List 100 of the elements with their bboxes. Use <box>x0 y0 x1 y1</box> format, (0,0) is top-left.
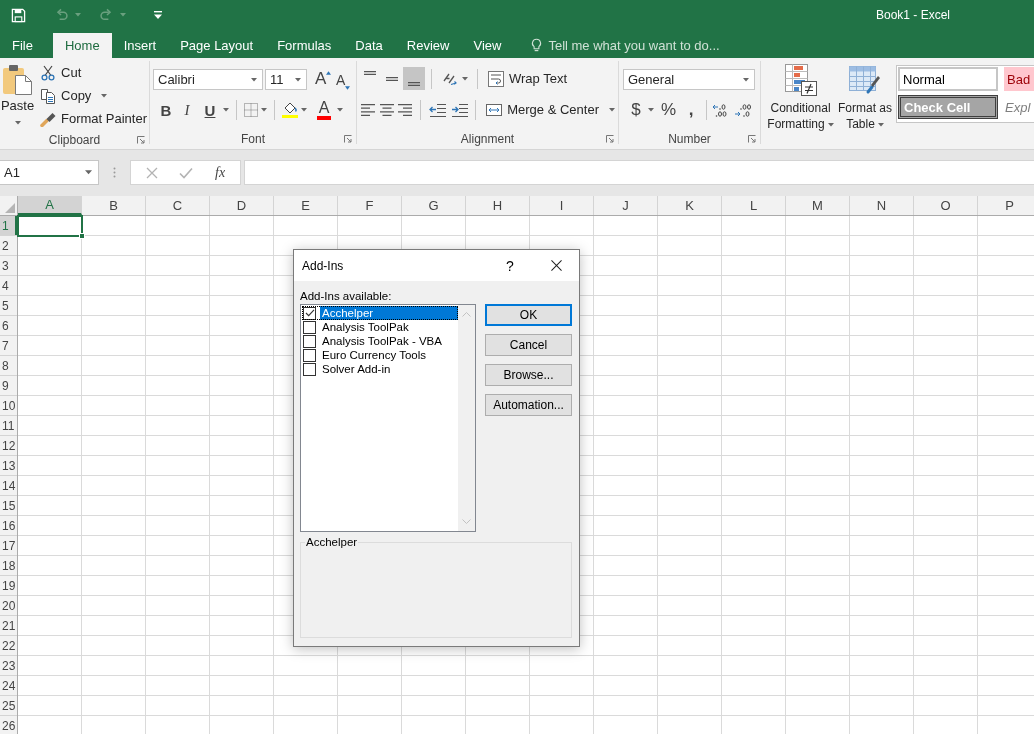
row-header[interactable]: 1 <box>0 216 17 236</box>
add-in-item[interactable]: Solver Add-in <box>320 362 458 376</box>
percent-style-button[interactable]: % <box>661 99 677 121</box>
caret-icon[interactable] <box>462 76 468 81</box>
checkbox[interactable] <box>303 362 316 376</box>
dialog-launcher-icon[interactable] <box>748 135 756 143</box>
row-header[interactable]: 21 <box>0 616 17 636</box>
font-name-field[interactable]: Calibri <box>153 69 263 90</box>
caret-icon[interactable] <box>301 108 307 112</box>
normal-style-tile[interactable]: Normal <box>898 67 998 91</box>
copy-button[interactable]: Copy <box>38 84 94 107</box>
row-header[interactable]: 16 <box>0 516 17 536</box>
row-header[interactable]: 14 <box>0 476 17 496</box>
dialog-launcher-icon[interactable] <box>137 135 145 144</box>
format-painter-button[interactable]: Format Painter <box>38 107 149 130</box>
column-header[interactable]: N <box>850 196 914 215</box>
help-button[interactable]: ? <box>495 257 525 274</box>
caret-icon[interactable] <box>261 108 267 112</box>
checkbox[interactable] <box>303 334 316 348</box>
caret-icon[interactable] <box>223 108 229 112</box>
vertical-dots-icon[interactable] <box>113 167 116 178</box>
column-header[interactable]: P <box>978 196 1034 215</box>
row-header[interactable]: 13 <box>0 456 17 476</box>
paint-bucket-icon[interactable] <box>282 102 298 118</box>
column-header[interactable]: L <box>722 196 786 215</box>
shrink-font-button[interactable]: A <box>336 69 356 90</box>
save-icon[interactable] <box>11 7 26 23</box>
dropdown-icon[interactable] <box>85 170 92 175</box>
name-box[interactable]: A1 <box>0 160 99 185</box>
font-color-button[interactable]: A <box>314 99 334 121</box>
insert-function-button[interactable]: fx <box>215 164 226 181</box>
row-header[interactable]: 17 <box>0 536 17 556</box>
paste-button[interactable]: Paste <box>0 61 35 130</box>
format-as-table-button[interactable]: Format as Table <box>836 61 894 149</box>
row-header[interactable]: 25 <box>0 696 17 716</box>
accounting-format-button[interactable]: $ <box>629 99 643 121</box>
row-header[interactable]: 6 <box>0 316 17 336</box>
column-header[interactable]: M <box>786 196 850 215</box>
row-header[interactable]: 11 <box>0 416 17 436</box>
formula-input[interactable] <box>244 160 1034 185</box>
column-header[interactable]: I <box>530 196 594 215</box>
row-header[interactable]: 15 <box>0 496 17 516</box>
wrap-text-button[interactable]: Wrap Text <box>486 67 570 90</box>
row-header[interactable]: 4 <box>0 276 17 296</box>
dropdown-icon[interactable] <box>251 77 257 82</box>
row-header[interactable]: 23 <box>0 656 17 676</box>
row-header[interactable]: 26 <box>0 716 17 734</box>
increase-indent-icon[interactable] <box>451 101 470 118</box>
caret-icon[interactable] <box>648 108 654 112</box>
active-cell[interactable] <box>17 215 83 237</box>
column-header[interactable]: F <box>338 196 402 215</box>
caret-icon[interactable] <box>827 122 834 127</box>
row-header[interactable]: 18 <box>0 556 17 576</box>
column-header[interactable]: H <box>466 196 530 215</box>
dialog-button[interactable]: Cancel <box>485 334 572 356</box>
cut-button[interactable]: Cut <box>38 61 149 84</box>
ribbon-tab[interactable]: Page Layout <box>168 33 266 58</box>
add-in-item[interactable]: Euro Currency Tools <box>320 348 458 362</box>
caret-icon[interactable] <box>101 93 108 98</box>
conditional-formatting-button[interactable]: Conditional Formatting <box>765 61 837 149</box>
caret-icon[interactable] <box>337 108 343 112</box>
bad-style-tile[interactable]: Bad <box>1004 67 1034 91</box>
ribbon-tab[interactable]: Data <box>343 33 395 58</box>
column-header[interactable]: O <box>914 196 978 215</box>
row-header[interactable]: 19 <box>0 576 17 596</box>
close-icon[interactable] <box>551 260 562 271</box>
column-header[interactable]: J <box>594 196 658 215</box>
dialog-launcher-icon[interactable] <box>606 135 614 143</box>
dropdown-icon[interactable] <box>295 77 301 82</box>
row-header[interactable]: 12 <box>0 436 17 456</box>
dialog-button[interactable]: OK <box>485 304 572 326</box>
caret-icon[interactable] <box>609 107 615 112</box>
explanatory-style-tile[interactable]: Expl <box>1004 95 1034 119</box>
row-header[interactable]: 20 <box>0 596 17 616</box>
row-header[interactable]: 7 <box>0 336 17 356</box>
dropdown-icon[interactable] <box>743 77 749 82</box>
row-header[interactable]: 22 <box>0 636 17 656</box>
dialog-launcher-icon[interactable] <box>344 135 352 143</box>
ribbon-tab[interactable]: Home <box>52 33 112 58</box>
checkbox[interactable] <box>303 348 316 362</box>
dialog-button[interactable]: Browse... <box>485 364 572 386</box>
merge-center-button[interactable]: Merge & Center <box>484 98 601 121</box>
row-header[interactable]: 2 <box>0 236 17 256</box>
column-header[interactable]: D <box>210 196 274 215</box>
row-header[interactable]: 9 <box>0 376 17 396</box>
row-header[interactable]: 3 <box>0 256 17 276</box>
ribbon-tab[interactable]: File <box>0 33 45 58</box>
bottom-align-button[interactable] <box>403 67 425 90</box>
ribbon-tab[interactable]: View <box>461 33 514 58</box>
caret-icon[interactable] <box>14 121 21 125</box>
number-format-field[interactable]: General <box>623 69 755 90</box>
fill-handle[interactable] <box>79 233 85 239</box>
ribbon-tab[interactable]: Review <box>394 33 462 58</box>
comma-style-button[interactable]: , <box>684 99 699 121</box>
ribbon-tab[interactable]: Formulas <box>265 33 344 58</box>
column-header[interactable]: C <box>146 196 210 215</box>
column-header[interactable]: K <box>658 196 722 215</box>
dialog-button[interactable]: Automation... <box>485 394 572 416</box>
column-header[interactable]: A <box>18 196 82 215</box>
column-header[interactable]: B <box>82 196 146 215</box>
